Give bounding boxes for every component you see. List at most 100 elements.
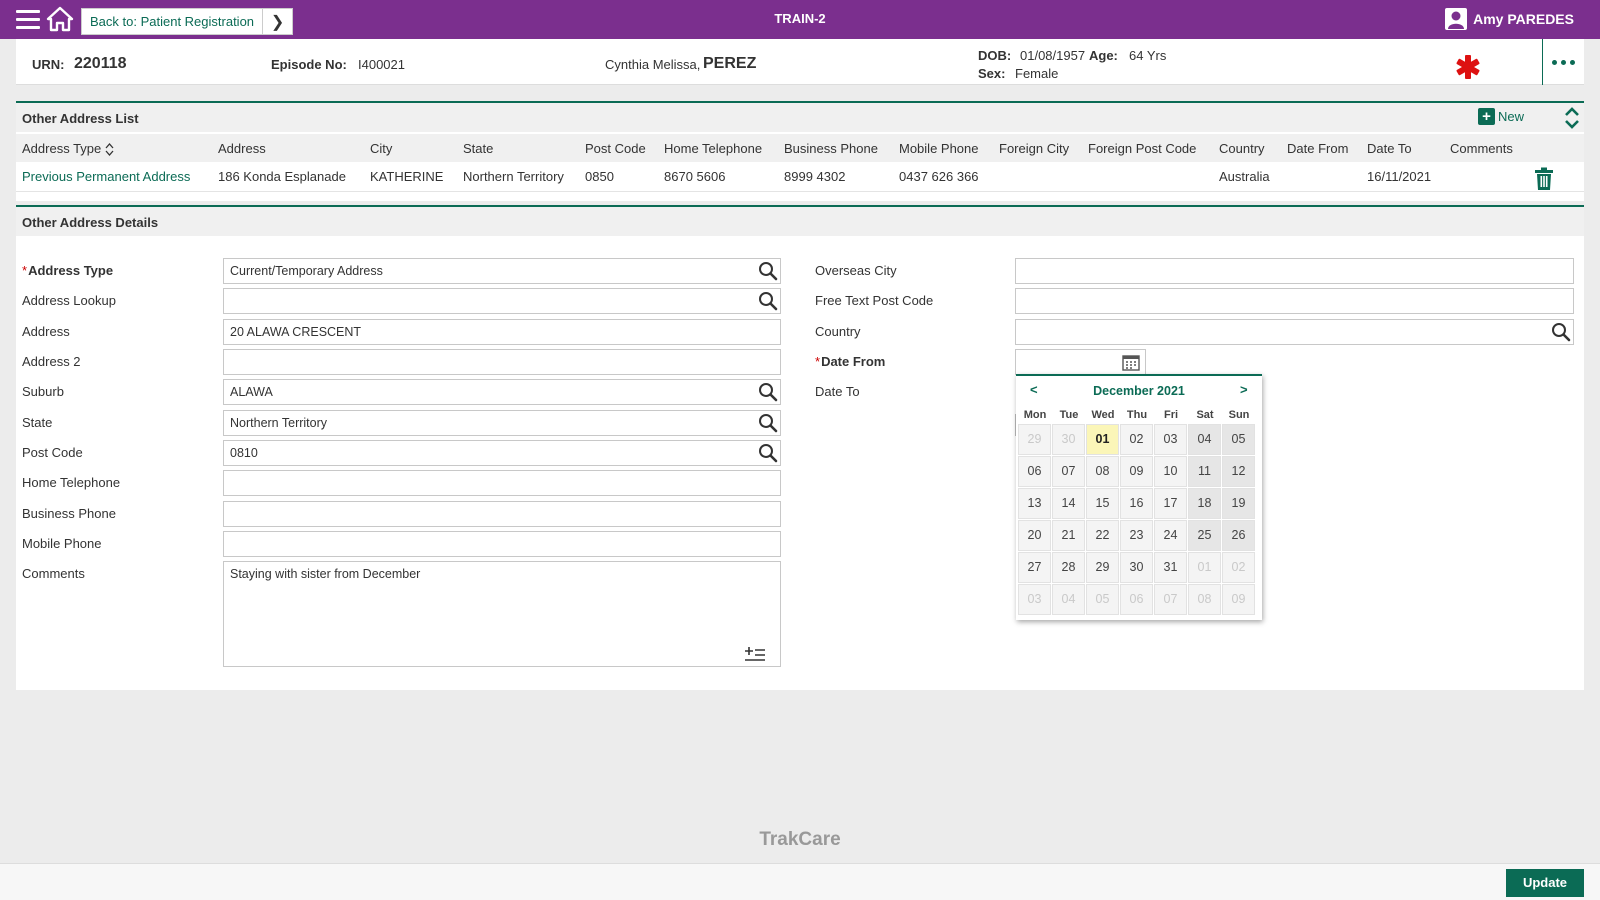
column-header[interactable]: City — [370, 141, 392, 156]
calendar-day[interactable]: 07 — [1154, 584, 1187, 615]
address-details-panel: Other Address Details *Address Type Addr… — [16, 205, 1584, 690]
column-header[interactable]: Foreign City — [999, 141, 1069, 156]
calendar-day[interactable]: 09 — [1222, 584, 1255, 615]
post-code-field[interactable]: 0810 — [223, 440, 781, 466]
overseas-city-field[interactable] — [1015, 258, 1574, 284]
column-header[interactable]: Comments — [1450, 141, 1513, 156]
calendar-day[interactable]: 30 — [1120, 552, 1153, 583]
calendar-day[interactable]: 12 — [1222, 456, 1255, 487]
state-field[interactable]: Northern Territory — [223, 410, 781, 436]
address-lookup-field[interactable] — [223, 288, 781, 314]
calendar-day[interactable]: 22 — [1086, 520, 1119, 551]
calendar-day[interactable]: 07 — [1052, 456, 1085, 487]
dob-label: DOB: — [978, 48, 1012, 63]
address-type-link[interactable]: Previous Permanent Address — [22, 169, 190, 184]
calendar-day[interactable]: 29 — [1018, 424, 1051, 455]
calendar-day[interactable]: 04 — [1188, 424, 1221, 455]
calendar-day[interactable]: 02 — [1222, 552, 1255, 583]
calendar-day[interactable]: 23 — [1120, 520, 1153, 551]
weekday-label: Wed — [1091, 409, 1115, 421]
country-field[interactable] — [1015, 319, 1574, 345]
calendar-day[interactable]: 10 — [1154, 456, 1187, 487]
weekday-label: Sun — [1228, 409, 1250, 421]
calendar-day[interactable]: 20 — [1018, 520, 1051, 551]
table-cell: Northern Territory — [463, 169, 564, 184]
calendar-icon[interactable] — [1122, 354, 1140, 371]
column-header[interactable]: Country — [1219, 141, 1265, 156]
more-options-icon[interactable] — [1542, 39, 1584, 85]
column-header[interactable]: Business Phone — [784, 141, 878, 156]
search-icon[interactable] — [758, 261, 778, 281]
search-icon[interactable] — [758, 382, 778, 402]
new-address-button[interactable]: + New — [1478, 108, 1524, 125]
calendar-day[interactable]: 02 — [1120, 424, 1153, 455]
calendar-next-button[interactable]: > — [1240, 382, 1248, 397]
calendar-month-title[interactable]: December 2021 — [1016, 384, 1262, 398]
calendar-day[interactable]: 06 — [1018, 456, 1051, 487]
calendar-day[interactable]: 06 — [1120, 584, 1153, 615]
calendar-day[interactable]: 01 — [1086, 424, 1119, 455]
mobile-phone-field[interactable] — [223, 531, 781, 557]
home-telephone-field[interactable] — [223, 470, 781, 496]
search-icon[interactable] — [758, 291, 778, 311]
calendar-day[interactable]: 21 — [1052, 520, 1085, 551]
update-button[interactable]: Update — [1506, 869, 1584, 897]
address-list-panel: Other Address List + New Address Type Ad… — [16, 101, 1584, 201]
calendar-day[interactable]: 03 — [1154, 424, 1187, 455]
search-icon[interactable] — [758, 413, 778, 433]
trash-icon[interactable] — [1534, 167, 1554, 191]
calendar-day[interactable]: 30 — [1052, 424, 1085, 455]
calendar-day[interactable]: 14 — [1052, 488, 1085, 519]
calendar-day[interactable]: 01 — [1188, 552, 1221, 583]
comments-textarea[interactable]: Staying with sister from December — [223, 561, 781, 667]
address-field[interactable]: 20 ALAWA CRESCENT — [223, 319, 781, 345]
search-icon[interactable] — [1551, 322, 1571, 342]
column-header[interactable]: Mobile Phone — [899, 141, 979, 156]
calendar-day[interactable]: 08 — [1188, 584, 1221, 615]
post-code-label: Post Code — [22, 445, 83, 460]
search-icon[interactable] — [758, 443, 778, 463]
user-menu[interactable]: Amy PAREDES — [1445, 8, 1574, 30]
column-header[interactable]: Home Telephone — [664, 141, 762, 156]
calendar-day[interactable]: 05 — [1086, 584, 1119, 615]
calendar-day[interactable]: 18 — [1188, 488, 1221, 519]
calendar-day[interactable]: 26 — [1222, 520, 1255, 551]
column-header[interactable]: Address — [218, 141, 266, 156]
calendar-day[interactable]: 29 — [1086, 552, 1119, 583]
table-cell: 186 Konda Esplanade — [218, 169, 346, 184]
calendar-day[interactable]: 27 — [1018, 552, 1051, 583]
medical-star-icon[interactable] — [1454, 54, 1482, 80]
column-header[interactable]: Date From — [1287, 141, 1348, 156]
plus-icon: + — [1478, 108, 1495, 125]
sort-icon[interactable] — [105, 142, 114, 156]
address2-field[interactable] — [223, 349, 781, 375]
calendar-day[interactable]: 19 — [1222, 488, 1255, 519]
column-header[interactable]: State — [463, 141, 493, 156]
column-header[interactable]: Date To — [1367, 141, 1412, 156]
calendar-day[interactable]: 13 — [1018, 488, 1051, 519]
calendar-day[interactable]: 31 — [1154, 552, 1187, 583]
column-header[interactable]: Post Code — [585, 141, 646, 156]
address-type-field[interactable]: Current/Temporary Address — [223, 258, 781, 284]
calendar-day[interactable]: 15 — [1086, 488, 1119, 519]
calendar-day[interactable]: 25 — [1188, 520, 1221, 551]
calendar-day[interactable]: 08 — [1086, 456, 1119, 487]
calendar-day[interactable]: 05 — [1222, 424, 1255, 455]
calendar-day[interactable]: 09 — [1120, 456, 1153, 487]
column-header[interactable]: Address Type — [22, 141, 114, 156]
calendar-day[interactable]: 11 — [1188, 456, 1221, 487]
calendar-day[interactable]: 16 — [1120, 488, 1153, 519]
calendar-day[interactable]: 04 — [1052, 584, 1085, 615]
calendar-day[interactable]: 28 — [1052, 552, 1085, 583]
business-phone-field[interactable] — [223, 501, 781, 527]
expand-text-icon[interactable] — [744, 646, 766, 662]
free-text-post-code-field[interactable] — [1015, 288, 1574, 314]
column-header[interactable]: Foreign Post Code — [1088, 141, 1196, 156]
calendar-day[interactable]: 17 — [1154, 488, 1187, 519]
collapse-icon[interactable] — [1564, 105, 1580, 131]
suburb-field[interactable]: ALAWA — [223, 379, 781, 405]
patient-banner: URN: 220118 Episode No: I400021 Cynthia … — [16, 39, 1584, 85]
calendar-day[interactable]: 24 — [1154, 520, 1187, 551]
calendar-day[interactable]: 03 — [1018, 584, 1051, 615]
weekday-label: Mon — [1023, 409, 1047, 421]
